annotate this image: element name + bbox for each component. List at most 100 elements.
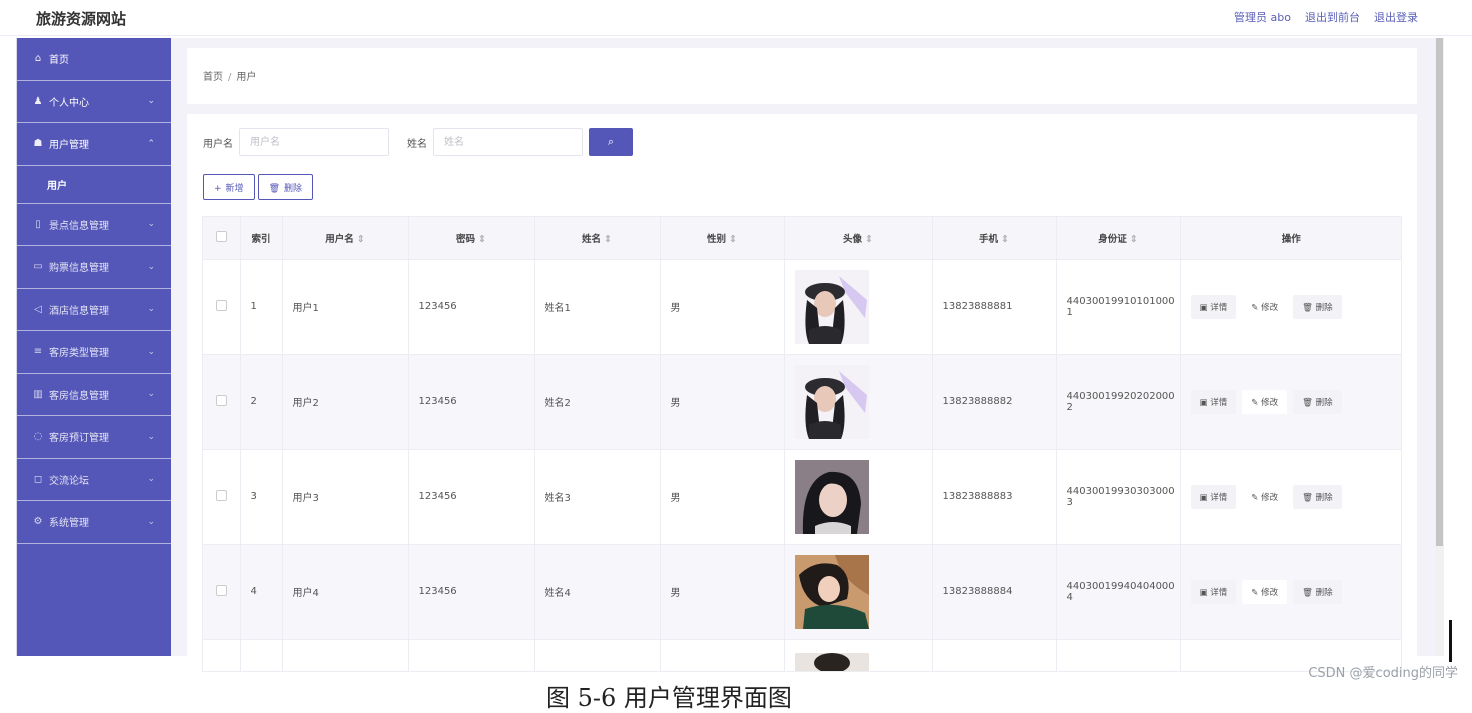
sort-icon[interactable]: ⇕: [865, 234, 873, 245]
table-row: 2 用户2 123456 姓名2 男 13823888882 440300199…: [203, 353, 1401, 449]
cell-username: 用户2: [282, 353, 409, 449]
exit-to-frontend-link[interactable]: 退出到前台: [1305, 9, 1360, 25]
cell-avatar: [784, 258, 933, 354]
delete-button[interactable]: 🗑 删除: [1293, 579, 1342, 604]
col-username[interactable]: 用户名 ⇕: [282, 217, 409, 259]
header-links: 管理员 abo 退出到前台 退出登录: [1234, 9, 1418, 25]
avatar: [794, 459, 869, 534]
delete-button[interactable]: 🗑 删除: [1293, 389, 1342, 414]
breadcrumb-separator: /: [228, 72, 232, 83]
cell-avatar: [784, 638, 933, 671]
detail-button[interactable]: ▣ 详情: [1190, 294, 1237, 319]
sidebar-item-bookings[interactable]: ◌ 客房预订管理 ⌄: [17, 416, 171, 459]
sort-icon[interactable]: ⇕: [357, 234, 365, 245]
col-gender[interactable]: 性别 ⇕: [660, 217, 785, 259]
row-checkbox[interactable]: [203, 258, 241, 354]
sidebar-item-profile[interactable]: ♟ 个人中心 ⌄: [17, 81, 171, 123]
cell-gender: 男: [660, 448, 785, 544]
batch-delete-button[interactable]: 🗑 删除: [257, 174, 314, 200]
detail-button[interactable]: ▣ 详情: [1190, 484, 1237, 509]
watermark: CSDN @爱coding的同学: [1308, 666, 1458, 681]
sidebar-item-label: 首页: [49, 55, 69, 67]
col-name[interactable]: 姓名 ⇕: [534, 217, 661, 259]
row-checkbox[interactable]: [203, 353, 241, 449]
sidebar-item-home[interactable]: ⌂ 首页: [17, 38, 171, 81]
sidebar-item-user-management[interactable]: ☗ 用户管理 ⌃: [17, 123, 171, 166]
sidebar-item-label: 客房预订管理: [49, 433, 109, 445]
sidebar-item-hotels[interactable]: ◁ 酒店信息管理 ⌄: [17, 289, 171, 331]
admin-user-link[interactable]: 管理员 abo: [1234, 9, 1291, 25]
scrollbar[interactable]: [1435, 38, 1444, 656]
breadcrumb-home[interactable]: 首页: [203, 72, 223, 83]
select-all-checkbox[interactable]: [203, 217, 241, 259]
sidebar-item-room-types[interactable]: ≡ 客房类型管理 ⌄: [17, 331, 171, 374]
sidebar-item-label: 酒店信息管理: [49, 305, 109, 317]
avatar: [794, 652, 869, 671]
edit-button[interactable]: ✎ 修改: [1242, 294, 1288, 319]
sidebar-item-tickets[interactable]: ▭ 购票信息管理 ⌄: [17, 246, 171, 289]
users-icon: ☗: [33, 138, 43, 150]
cell-index: 4: [240, 543, 283, 639]
sort-icon[interactable]: ⇕: [478, 234, 486, 245]
delete-button[interactable]: 🗑 删除: [1293, 294, 1342, 319]
sidebar-item-label: 购票信息管理: [49, 263, 109, 275]
add-button-label: 新增: [225, 183, 244, 194]
sidebar-item-label: 客房信息管理: [49, 390, 109, 402]
cell-idcard: 44030019910101000 1: [1056, 258, 1181, 354]
sort-icon[interactable]: ⇕: [604, 234, 612, 245]
sidebar-item-attractions[interactable]: ▯ 景点信息管理 ⌄: [17, 204, 171, 246]
chevron-up-icon: ⌃: [147, 138, 155, 149]
table-row: 1 用户1 123456 姓名1 男 13823888881 440300199…: [203, 258, 1401, 354]
detail-button[interactable]: ▣ 详情: [1190, 389, 1237, 414]
delete-button[interactable]: 🗑 删除: [1293, 484, 1342, 509]
sidebar-item-label: 用户管理: [49, 140, 89, 152]
home-icon: ⌂: [34, 53, 42, 65]
username-label: 用户名: [203, 138, 233, 150]
add-button[interactable]: + 新增: [203, 174, 255, 200]
name-search-input[interactable]: [433, 128, 583, 156]
row-checkbox[interactable]: [203, 543, 241, 639]
cell-actions: ▣ 详情 ✎ 修改 🗑 删除: [1180, 353, 1401, 449]
sidebar-subitem-users[interactable]: 用户: [17, 166, 171, 204]
delete-button-label: 删除: [284, 183, 303, 194]
col-idcard[interactable]: 身份证 ⇕: [1056, 217, 1181, 259]
cell-avatar: [784, 448, 933, 544]
user-icon: ♟: [33, 95, 43, 107]
col-actions: 操作: [1180, 217, 1401, 259]
edit-button[interactable]: ✎ 修改: [1242, 484, 1288, 509]
search-button[interactable]: ⌕: [589, 128, 633, 156]
cell-name: 姓名4: [534, 543, 661, 639]
cell-name: 姓名1: [534, 258, 661, 354]
sidebar-item-label: 客房类型管理: [49, 348, 109, 360]
logout-link[interactable]: 退出登录: [1374, 9, 1418, 25]
cell-index: 1: [240, 258, 283, 354]
edit-button[interactable]: ✎ 修改: [1242, 579, 1288, 604]
edit-button[interactable]: ✎ 修改: [1242, 389, 1288, 414]
cell-gender: 男: [660, 353, 785, 449]
sort-icon[interactable]: ⇕: [1001, 234, 1009, 245]
username-search-input[interactable]: [239, 128, 389, 156]
sidebar-item-rooms[interactable]: ▥ 客房信息管理 ⌄: [17, 374, 171, 416]
site-title: 旅游资源网站: [36, 10, 127, 28]
search-icon: ⌕: [607, 135, 615, 148]
cell-actions: ▣ 详情 ✎ 修改 🗑 删除: [1180, 448, 1401, 544]
chevron-down-icon: ⌄: [147, 304, 155, 315]
cell-gender: 男: [660, 258, 785, 354]
row-checkbox[interactable]: [203, 448, 241, 544]
cell-gender: 男: [660, 543, 785, 639]
detail-button[interactable]: ▣ 详情: [1190, 579, 1237, 604]
cell-idcard: 44030019940404000 4: [1056, 543, 1181, 639]
col-avatar[interactable]: 头像 ⇕: [784, 217, 933, 259]
main-content: 首页/用户 用户名 姓名 ⌕ +新增 🗑删除 索引 用户名⇕ 密码⇕: [171, 38, 1435, 674]
sidebar: ⌂ 首页 ♟ 个人中心 ⌄ ☗ 用户管理 ⌃ 用户 ▯ 景点信息管理 ⌄ ▭ 购…: [17, 38, 171, 656]
avatar: [794, 554, 869, 629]
sort-icon[interactable]: ⇕: [729, 234, 737, 245]
scrollbar-thumb[interactable]: [1436, 38, 1443, 546]
col-password[interactable]: 密码 ⇕: [408, 217, 535, 259]
sidebar-item-forum[interactable]: ◻ 交流论坛 ⌄: [17, 459, 171, 501]
sort-icon[interactable]: ⇕: [1130, 234, 1138, 245]
sidebar-item-system[interactable]: ⚙ 系统管理 ⌄: [17, 501, 171, 544]
chevron-down-icon: ⌄: [147, 346, 155, 357]
col-phone[interactable]: 手机 ⇕: [932, 217, 1057, 259]
chevron-down-icon: ⌄: [147, 516, 155, 527]
